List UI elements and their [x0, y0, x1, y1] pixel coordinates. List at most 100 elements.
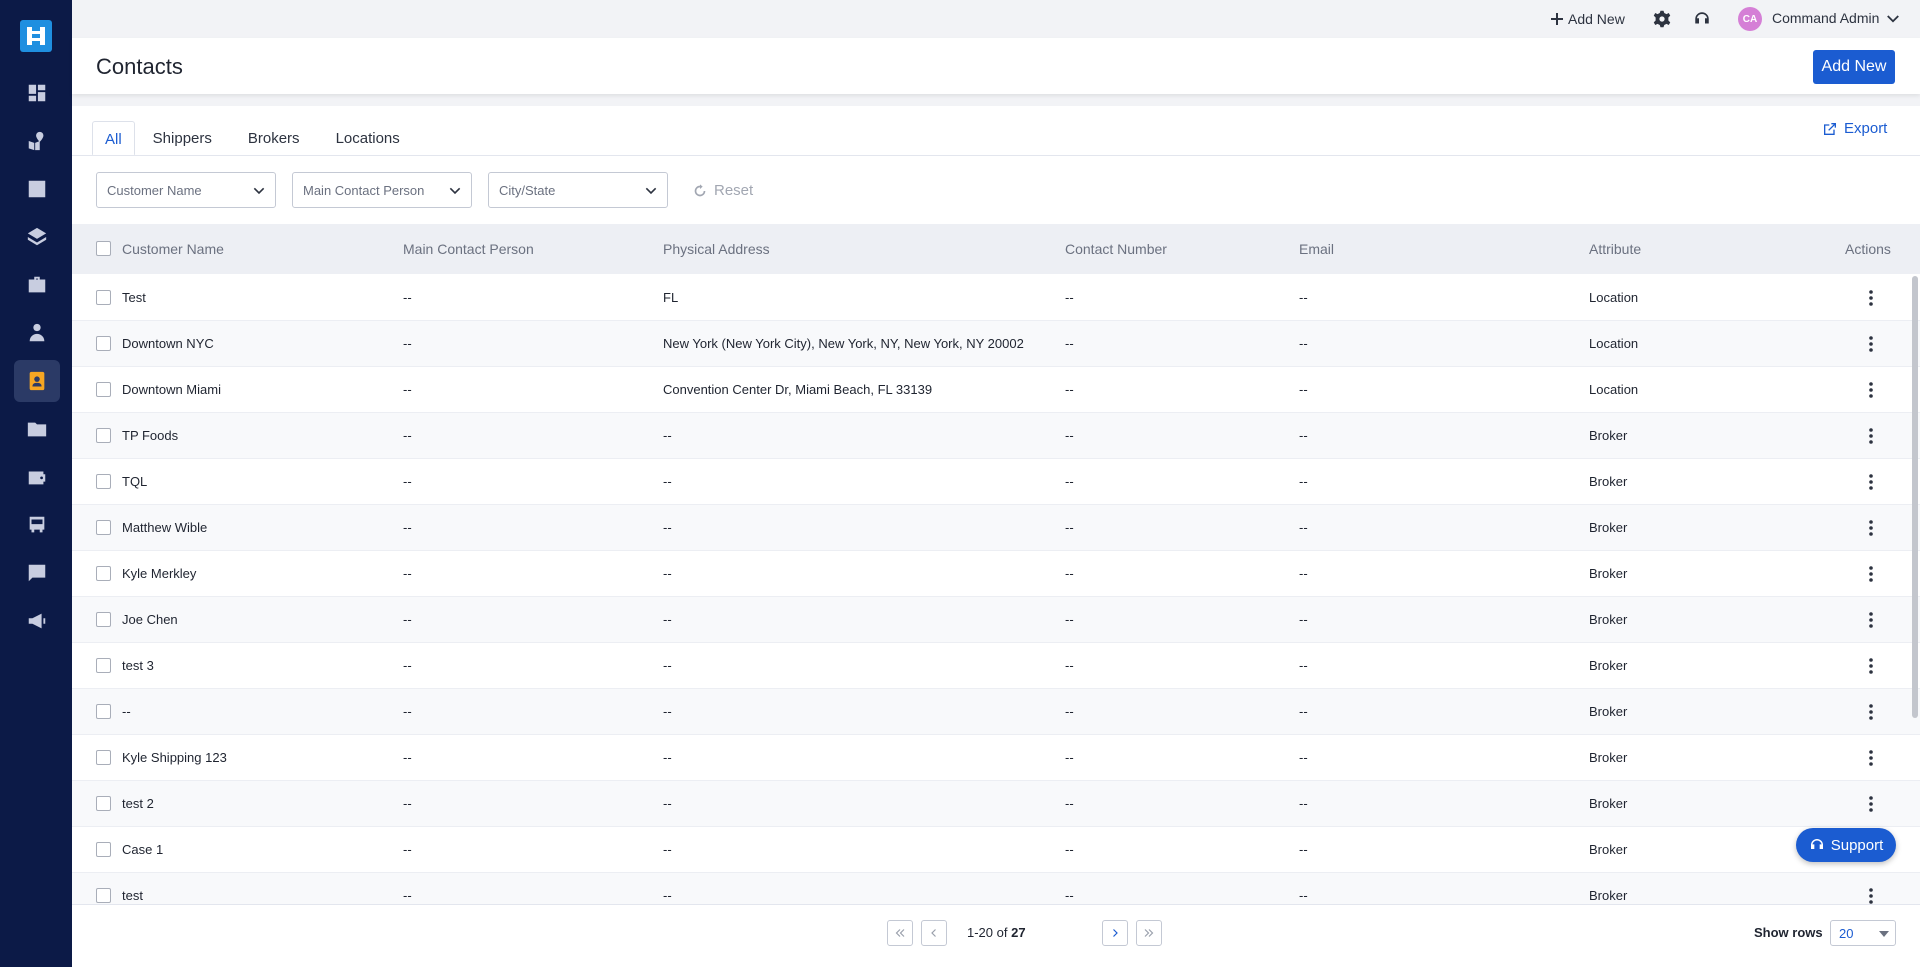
nav-wallet[interactable] [14, 456, 60, 498]
column-header-email[interactable]: Email [1299, 241, 1334, 257]
help-button[interactable] [1692, 9, 1712, 29]
customer-name-cell[interactable]: Downtown NYC [122, 336, 214, 351]
column-header-physical-address[interactable]: Physical Address [663, 241, 770, 257]
nav-announcements[interactable] [14, 600, 60, 642]
customer-name-cell[interactable]: Joe Chen [122, 612, 178, 627]
customer-name-cell[interactable]: Downtown Miami [122, 382, 221, 397]
table-row[interactable]: Test -- FL -- -- Location [72, 275, 1920, 321]
tab-brokers[interactable]: Brokers [230, 121, 318, 156]
more-vertical-icon[interactable] [1861, 702, 1881, 722]
more-vertical-icon[interactable] [1861, 748, 1881, 768]
row-checkbox[interactable] [96, 428, 111, 443]
table-row[interactable]: Case 1 -- -- -- -- Broker [72, 827, 1920, 873]
first-page-button[interactable] [887, 920, 913, 946]
column-header-attribute[interactable]: Attribute [1589, 241, 1641, 257]
user-name[interactable]: Command Admin [1772, 10, 1879, 26]
table-row[interactable]: TQL -- -- -- -- Broker [72, 459, 1920, 505]
more-vertical-icon[interactable] [1861, 518, 1881, 538]
customer-name-cell[interactable]: test [122, 888, 143, 903]
row-checkbox[interactable] [96, 612, 111, 627]
customer-name-cell[interactable]: Case 1 [122, 842, 163, 857]
main-contact-cell: -- [403, 336, 412, 351]
main-contact-filter[interactable]: Main Contact Person [292, 172, 472, 208]
column-header-contact-number[interactable]: Contact Number [1065, 241, 1167, 257]
table-row[interactable]: Kyle Merkley -- -- -- -- Broker [72, 551, 1920, 597]
row-checkbox[interactable] [96, 750, 111, 765]
customer-name-cell[interactable]: Test [122, 290, 146, 305]
next-page-button[interactable] [1102, 920, 1128, 946]
column-header-main-contact[interactable]: Main Contact Person [403, 241, 534, 257]
last-page-button[interactable] [1136, 920, 1162, 946]
topbar-add-new[interactable]: Add New [1551, 9, 1625, 29]
table-row[interactable]: Matthew Wible -- -- -- -- Broker [72, 505, 1920, 551]
more-vertical-icon[interactable] [1861, 472, 1881, 492]
table-row[interactable]: TP Foods -- -- -- -- Broker [72, 413, 1920, 459]
attribute-cell: Broker [1589, 750, 1628, 765]
table-row[interactable]: test 3 -- -- -- -- Broker [72, 643, 1920, 689]
table-row[interactable]: test 2 -- -- -- -- Broker [72, 781, 1920, 827]
customer-name-cell[interactable]: test 3 [122, 658, 154, 673]
nav-layers[interactable] [14, 216, 60, 258]
customer-name-cell[interactable]: Kyle Merkley [122, 566, 196, 581]
more-vertical-icon[interactable] [1861, 610, 1881, 630]
customer-name-cell[interactable]: Matthew Wible [122, 520, 207, 535]
select-all-checkbox[interactable] [96, 241, 111, 256]
attribute-cell: Broker [1589, 612, 1628, 627]
customer-name-cell[interactable]: -- [122, 704, 131, 719]
customer-name-cell[interactable]: test 2 [122, 796, 154, 811]
support-button[interactable]: Support [1796, 828, 1896, 862]
more-vertical-icon[interactable] [1861, 334, 1881, 354]
settings-button[interactable] [1652, 9, 1672, 29]
more-vertical-icon[interactable] [1861, 380, 1881, 400]
reset-button[interactable]: Reset [692, 182, 753, 199]
nav-loads[interactable] [14, 168, 60, 210]
row-checkbox[interactable] [96, 290, 111, 305]
nav-dashboard[interactable] [14, 72, 60, 114]
tab-all[interactable]: All [92, 121, 135, 156]
more-vertical-icon[interactable] [1861, 288, 1881, 308]
customer-name-cell[interactable]: Kyle Shipping 123 [122, 750, 227, 765]
column-header-customer-name[interactable]: Customer Name [122, 241, 224, 257]
more-vertical-icon[interactable] [1861, 564, 1881, 584]
table-row[interactable]: Downtown Miami -- Convention Center Dr, Mi… [72, 367, 1920, 413]
customer-name-cell[interactable]: TP Foods [122, 428, 178, 443]
nav-messages[interactable] [14, 552, 60, 594]
customer-name-filter[interactable]: Customer Name [96, 172, 276, 208]
nav-drivers[interactable] [14, 312, 60, 354]
row-checkbox[interactable] [96, 888, 111, 903]
city-state-filter[interactable]: City/State [488, 172, 668, 208]
nav-documents[interactable] [14, 408, 60, 450]
table-row[interactable]: -- -- -- -- -- Broker [72, 689, 1920, 735]
row-checkbox[interactable] [96, 566, 111, 581]
table-row[interactable]: Kyle Shipping 123 -- -- -- -- Broker [72, 735, 1920, 781]
nav-vehicles[interactable] [14, 504, 60, 546]
nav-contacts[interactable] [14, 360, 60, 402]
rows-per-page-select[interactable]: 20 [1830, 920, 1896, 946]
row-checkbox[interactable] [96, 336, 111, 351]
table-row[interactable]: Downtown NYC -- New York (New York City), … [72, 321, 1920, 367]
row-checkbox[interactable] [96, 474, 111, 489]
more-vertical-icon[interactable] [1861, 426, 1881, 446]
prev-page-button[interactable] [921, 920, 947, 946]
tab-shippers[interactable]: Shippers [135, 121, 230, 156]
chevron-down-icon[interactable] [1884, 10, 1902, 28]
more-vertical-icon[interactable] [1861, 794, 1881, 814]
row-checkbox[interactable] [96, 658, 111, 673]
row-checkbox[interactable] [96, 520, 111, 535]
table-row[interactable]: Joe Chen -- -- -- -- Broker [72, 597, 1920, 643]
more-vertical-icon[interactable] [1861, 656, 1881, 676]
more-vertical-icon[interactable] [1861, 886, 1881, 906]
table-scrollbar[interactable] [1912, 276, 1918, 718]
nav-map[interactable] [14, 120, 60, 162]
customer-name-cell[interactable]: TQL [122, 474, 147, 489]
user-avatar[interactable]: CA [1738, 7, 1762, 31]
row-checkbox[interactable] [96, 704, 111, 719]
tab-locations[interactable]: Locations [318, 121, 418, 156]
add-new-button[interactable]: Add New [1813, 50, 1895, 84]
app-logo[interactable] [20, 20, 52, 52]
row-checkbox[interactable] [96, 842, 111, 857]
row-checkbox[interactable] [96, 382, 111, 397]
export-button[interactable]: Export [1822, 120, 1887, 137]
row-checkbox[interactable] [96, 796, 111, 811]
nav-briefcase[interactable] [14, 264, 60, 306]
